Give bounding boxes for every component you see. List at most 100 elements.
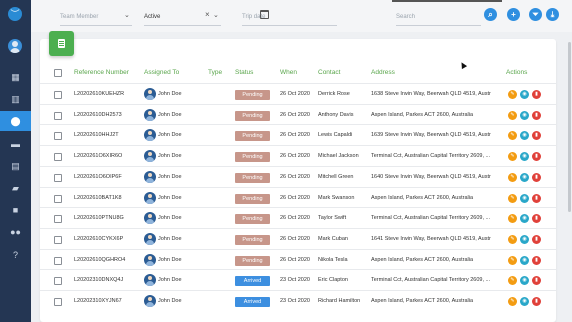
table-row[interactable]: L20202310XYJN67 John Doe Arrived 23 Oct 202… [40, 290, 556, 311]
row-checkbox[interactable] [54, 91, 62, 99]
reference-number[interactable]: L20202610QGHRO4 [74, 250, 138, 271]
users-icon[interactable]: ●● [0, 222, 31, 242]
document-fab-button[interactable] [49, 31, 74, 56]
view-icon[interactable]: ◉ [520, 193, 529, 203]
filter-button[interactable]: ⏷ [529, 8, 542, 21]
reference-number[interactable]: L20202610BAT1K8 [74, 188, 138, 209]
column-header[interactable]: Assigned To [144, 69, 179, 76]
reference-number[interactable]: L2020261O6XIR6O [74, 146, 138, 167]
status-badge: Pending [235, 90, 270, 100]
view-icon[interactable]: ◉ [520, 131, 529, 141]
trip-date-input[interactable]: Trip date [242, 10, 337, 26]
briefcase-icon[interactable]: ■ [0, 200, 31, 220]
view-icon[interactable]: ◉ [520, 255, 529, 265]
table-row[interactable]: L20202610BAT1K8 John Doe Pending 26 Oct 202… [40, 186, 556, 209]
table-row[interactable]: L20202310DNXQ4J John Doe Arrived 23 Oct 202… [40, 269, 556, 290]
row-checkbox[interactable] [54, 173, 62, 182]
view-icon[interactable]: ◉ [520, 214, 529, 224]
delete-icon[interactable]: ▮ [532, 234, 541, 244]
column-header[interactable]: When [280, 69, 297, 76]
row-checkbox[interactable] [54, 235, 62, 244]
edit-icon[interactable]: ✎ [508, 152, 517, 162]
edit-icon[interactable]: ✎ [508, 172, 517, 182]
delete-icon[interactable]: ▮ [532, 193, 541, 203]
delete-icon[interactable]: ▮ [532, 152, 541, 162]
view-icon[interactable]: ◉ [520, 234, 529, 244]
reference-number[interactable]: L20202610KUEHZR [74, 84, 138, 105]
row-checkbox[interactable] [54, 277, 62, 286]
edit-icon[interactable]: ✎ [508, 110, 517, 120]
edit-icon[interactable]: ✎ [508, 193, 517, 203]
dashboard-icon[interactable]: ▦ [0, 67, 31, 87]
table-row[interactable]: L2020261O6OIP6F John Doe Pending 26 Oct 202… [40, 165, 556, 188]
reference-number[interactable]: L2020261O6OIP6F [74, 167, 138, 188]
row-checkbox[interactable] [54, 153, 62, 162]
view-icon[interactable]: ◉ [520, 110, 529, 120]
reference-number[interactable]: L20202610DH2573 [74, 105, 138, 126]
clear-icon[interactable]: × [205, 10, 210, 19]
column-header[interactable]: Type [208, 69, 222, 76]
view-icon[interactable]: ◉ [520, 90, 529, 99]
edit-icon[interactable]: ✎ [508, 276, 517, 286]
delete-icon[interactable]: ▮ [532, 255, 541, 265]
reference-number[interactable]: L20202310DNXQ4J [74, 270, 138, 291]
row-checkbox[interactable] [54, 215, 62, 224]
app-logo-icon[interactable]: ︶ [8, 7, 22, 21]
reference-number[interactable]: L20202610PTNU8G [74, 208, 138, 229]
table-row[interactable]: L20202610QGHRO4 John Doe Pending 26 Oct 202… [40, 248, 556, 271]
user-avatar[interactable] [8, 39, 22, 53]
chevron-down-icon[interactable]: ⌄ [124, 11, 130, 19]
edit-icon[interactable]: ✎ [508, 90, 517, 99]
view-icon[interactable]: ◉ [520, 276, 529, 286]
location-pin-icon[interactable]: ⬤ [0, 111, 31, 131]
select-all-checkbox[interactable] [54, 69, 62, 77]
column-header[interactable]: Status [235, 69, 253, 76]
view-icon[interactable]: ◉ [520, 172, 529, 182]
table-row[interactable]: L20202610HHJ2T John Doe Pending 26 Oct 2020… [40, 124, 556, 145]
edit-icon[interactable]: ✎ [508, 214, 517, 224]
column-header[interactable]: Address [371, 69, 395, 76]
row-checkbox[interactable] [54, 256, 62, 265]
row-checkbox[interactable] [54, 132, 62, 141]
edit-icon[interactable]: ✎ [508, 234, 517, 244]
truck-icon[interactable]: ▰ [0, 178, 31, 198]
table-row[interactable]: L2020261O6XIR6O John Doe Pending 26 Oct 202… [40, 145, 556, 166]
search-input[interactable]: Search [396, 10, 481, 26]
delete-icon[interactable]: ▮ [532, 214, 541, 224]
chevron-down-icon[interactable]: ⌄ [213, 11, 219, 19]
edit-icon[interactable]: ✎ [508, 255, 517, 265]
edit-icon[interactable]: ✎ [508, 131, 517, 141]
car-icon[interactable]: ▬ [0, 134, 31, 154]
add-button[interactable]: + [507, 8, 520, 21]
scrollbar[interactable] [568, 42, 571, 212]
edit-icon[interactable]: ✎ [508, 297, 517, 306]
row-checkbox[interactable] [54, 111, 62, 120]
delete-icon[interactable]: ▮ [532, 276, 541, 286]
reference-number[interactable]: L20202310XYJN67 [74, 291, 138, 312]
download-button[interactable]: ⤓ [546, 8, 559, 21]
team-member-select[interactable]: Team Member [60, 10, 132, 26]
reference-number[interactable]: L20202610CYKX6P [74, 229, 138, 250]
map-icon[interactable]: ▥ [0, 89, 31, 109]
help-icon[interactable]: ? [0, 245, 31, 265]
table-row[interactable]: L20202610CYKX6P John Doe Pending 26 Oct 202… [40, 227, 556, 250]
delete-icon[interactable]: ▮ [532, 172, 541, 182]
delete-icon[interactable]: ▮ [532, 297, 541, 306]
reference-number[interactable]: L20202610HHJ2T [74, 125, 138, 146]
contact-name: Mitchell Green [318, 173, 354, 180]
row-checkbox[interactable] [54, 194, 62, 203]
table-row[interactable]: L20202610PTNU8G John Doe Pending 26 Oct 202… [40, 207, 556, 228]
delete-icon[interactable]: ▮ [532, 131, 541, 141]
view-icon[interactable]: ◉ [520, 152, 529, 162]
calendar-icon[interactable]: ▤ [0, 156, 31, 176]
search-button[interactable]: ⌕ [484, 8, 497, 21]
column-header[interactable]: Contact [318, 69, 340, 76]
column-header[interactable]: Actions [506, 69, 527, 76]
view-icon[interactable]: ◉ [520, 297, 529, 306]
column-header[interactable]: Reference Number [74, 69, 129, 76]
delete-icon[interactable]: ▮ [532, 110, 541, 120]
row-checkbox[interactable] [54, 298, 62, 306]
table-row[interactable]: L20202610DH2573 John Doe Pending 26 Oct 202… [40, 103, 556, 126]
table-row[interactable]: L20202610KUEHZR John Doe Pending 26 Oct 202… [40, 83, 556, 104]
delete-icon[interactable]: ▮ [532, 90, 541, 99]
